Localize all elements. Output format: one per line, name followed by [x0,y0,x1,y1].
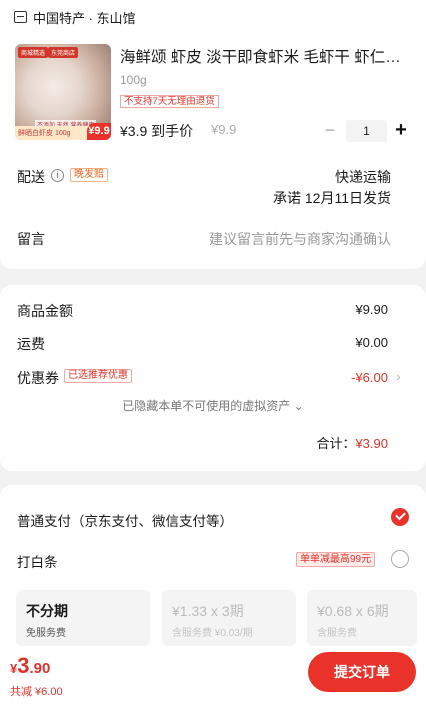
installment-title: 不分期 [26,603,68,619]
price-decimal: .90 [29,660,51,677]
radio-selected-icon[interactable] [391,508,409,526]
chevron-down-icon: ⌄ [293,399,304,413]
installment-sub: 免服务费 [26,628,66,639]
baitiao-label[interactable]: 打白条 [17,551,58,571]
product-spec: 100g [120,73,147,87]
shipping-mode[interactable]: 快递运输 [335,167,391,187]
goods-amount-value: ¥9.90 [355,302,388,317]
saved-amount: 共减 ¥6.00 [10,686,63,698]
order-total: 合计：¥3.90 [316,433,388,452]
installment-sub: 含服务费 [317,628,357,639]
message-input[interactable]: 建议留言前先与商家沟通确认 [209,229,391,249]
goods-amount-label: 商品金额 [17,303,73,319]
store-icon [14,11,27,23]
chevron-right-icon[interactable]: › [396,369,404,383]
coupon-value[interactable]: -¥6.00 [351,370,388,385]
installment-title: ¥1.33 x 3期 [172,603,244,619]
no-return-badge: 不支持7天无理由退货 [120,95,219,108]
submit-order-button[interactable]: 提交订单 [308,652,416,692]
shipping-date: 承诺 12月11日发货 [273,190,391,206]
delivery-label: 配送 [17,169,45,185]
quantity-input[interactable]: 1 [346,120,387,142]
shop-name: 中国特产 · 东山馆 [33,10,136,26]
thumb-price: ¥9.9 [87,123,111,140]
baitiao-promo-tag: 单单减最高99元 [296,552,376,567]
freight-value: ¥0.00 [355,335,388,350]
normal-payment-label[interactable]: 普通支付（京东支付、微信支付等） [17,510,233,530]
total-label: 合计： [316,436,356,451]
thumb-tag: 商城精选 [18,47,49,58]
installment-option[interactable]: 不分期 免服务费 [16,590,150,646]
product-title[interactable]: 海鲜颂 虾皮 淡干即食虾米 毛虾干 虾仁海鲜干货 [120,45,410,67]
installment-option[interactable]: ¥0.68 x 6期 含服务费 [307,590,417,646]
coupon-label: 优惠券 [17,370,59,386]
radio-unselected-icon[interactable] [391,550,409,568]
coupon-tag: 已选推荐优惠 [64,369,132,383]
shop-header[interactable]: 中国特产 · 东山馆 [14,8,136,26]
installment-sub: 含服务费 ¥0.03/期 [172,628,253,639]
product-image[interactable]: 商城精选 东莞商店 不添加 天然 营养健康 鲜晒白虾皮 100g ¥9.9 [15,44,111,140]
info-icon[interactable]: i [51,169,64,182]
original-price: ¥9.9 [211,122,237,137]
thumb-tag: 东莞商店 [48,47,79,58]
checkout-bar: ¥3.90 共减 ¥6.00 提交订单 [0,648,426,705]
hidden-assets-toggle[interactable]: 已隐藏本单不可使用的虚拟资产 ⌄ [0,397,426,414]
final-price: ¥3.9 到手价 [120,123,194,139]
hidden-assets-text: 已隐藏本单不可使用的虚拟资产 [122,399,291,413]
bottom-total: ¥3.90 [10,653,50,679]
thumb-bar-text: 鲜晒白虾皮 100g [18,130,71,137]
message-label: 留言 [17,231,45,247]
late-delivery-tag: 晚发赔 [70,168,108,182]
freight-label: 运费 [17,336,45,352]
installment-title: ¥0.68 x 6期 [317,603,389,619]
total-value: ¥3.90 [355,436,388,451]
price-integer: 3 [17,653,30,678]
installment-option[interactable]: ¥1.33 x 3期 含服务费 ¥0.03/期 [162,590,296,646]
quantity-decrease-button[interactable]: − [320,121,340,141]
quantity-increase-button[interactable]: + [392,120,410,142]
